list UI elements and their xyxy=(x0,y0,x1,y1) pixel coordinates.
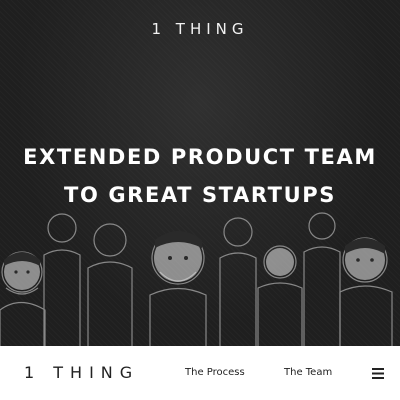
nav-logo[interactable]: 1 THING xyxy=(24,363,139,382)
hero-headline-line2: TO GREAT STARTUPS xyxy=(64,183,336,207)
hamburger-menu-icon[interactable] xyxy=(372,368,384,379)
nav-link-team[interactable]: The Team xyxy=(284,367,332,378)
hero-headline-line1: EXTENDED PRODUCT TEAM xyxy=(23,145,377,169)
hero-logo[interactable]: 1 THING xyxy=(0,20,400,38)
hero-section: 1 THING EXTENDED PRODUCT TEAM TO GREAT S… xyxy=(0,0,400,346)
team-illustration xyxy=(0,212,393,346)
nav-link-process[interactable]: The Process xyxy=(185,367,245,378)
navbar: 1 THING The Process The Team xyxy=(0,346,400,400)
